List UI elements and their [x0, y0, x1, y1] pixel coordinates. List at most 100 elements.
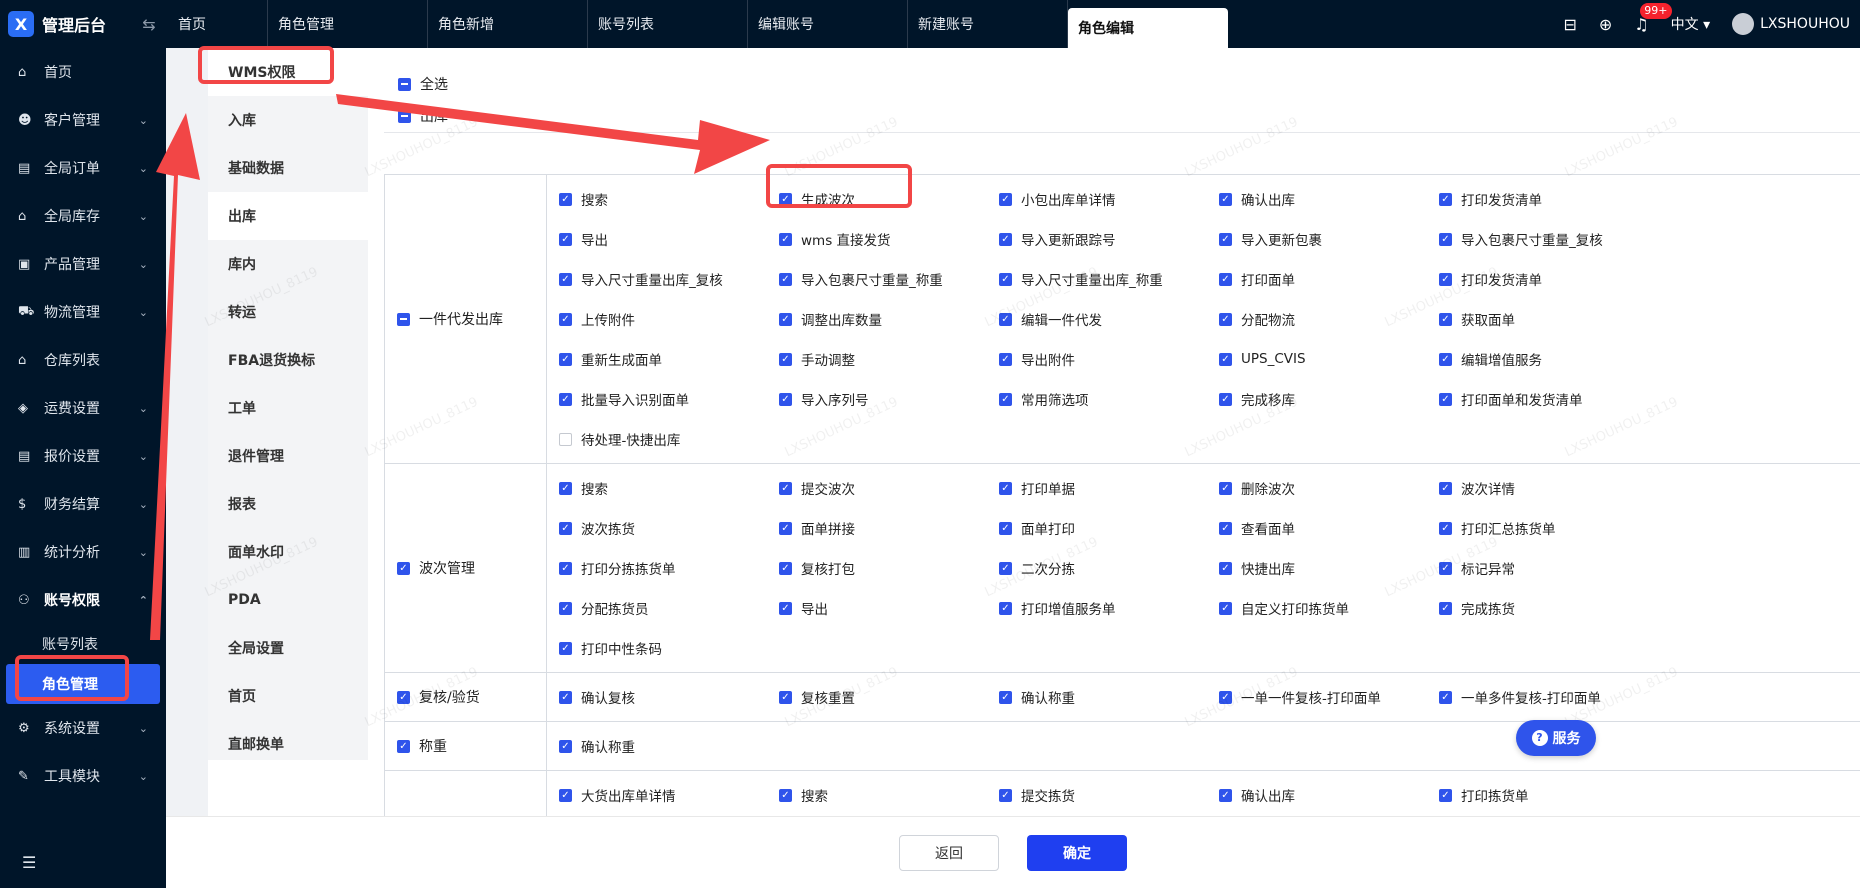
permission-checkbox[interactable]: ✓: [779, 521, 792, 535]
permission-checkbox[interactable]: ✓: [1439, 481, 1452, 495]
service-button[interactable]: ? 服务: [1516, 720, 1596, 756]
permission-item[interactable]: ✓ 编辑增值服务: [1439, 339, 1659, 379]
category-item-1[interactable]: 入库: [208, 96, 368, 144]
permission-item[interactable]: ✓ 打印发货清单: [1439, 179, 1659, 219]
permission-checkbox[interactable]: ✓: [999, 521, 1012, 535]
category-item-2[interactable]: 基础数据: [208, 144, 368, 192]
permission-item[interactable]: ✓ 手动调整: [779, 339, 999, 379]
permission-checkbox[interactable]: ✓: [779, 788, 792, 802]
permission-item[interactable]: ✓ 一单多件复核-打印面单: [1439, 677, 1659, 717]
permission-checkbox[interactable]: ✓: [559, 788, 572, 802]
category-item-3[interactable]: 出库: [208, 192, 368, 240]
permission-checkbox[interactable]: ✓: [1439, 788, 1452, 802]
sidebar-item-org[interactable]: ⚇ 账号权限 ⌃: [0, 576, 166, 624]
group-checkbox[interactable]: [397, 312, 410, 326]
permission-item[interactable]: ✓ 搜索: [779, 775, 999, 815]
permission-checkbox[interactable]: ✓: [1439, 601, 1452, 615]
permission-checkbox[interactable]: ✓: [559, 312, 572, 326]
tab-1[interactable]: 角色管理: [268, 0, 428, 48]
permission-item[interactable]: ✓ 确认称重: [559, 726, 779, 766]
permission-checkbox[interactable]: ✓: [1439, 272, 1452, 286]
permission-checkbox[interactable]: ✓: [999, 601, 1012, 615]
permission-item[interactable]: ✓ 二次分拣: [999, 548, 1219, 588]
category-item-12[interactable]: 全局设置: [208, 624, 368, 672]
permission-item[interactable]: ✓ 调整出库数量: [779, 299, 999, 339]
language-select[interactable]: 中文 ▾: [1671, 14, 1710, 34]
sidebar-item-wrench[interactable]: ✎ 工具模块 ⌄: [0, 752, 166, 800]
category-item-8[interactable]: 退件管理: [208, 432, 368, 480]
permission-checkbox[interactable]: ✓: [999, 352, 1012, 366]
permission-item[interactable]: ✓ 打印拣货单: [1439, 775, 1659, 815]
permission-checkbox[interactable]: ✓: [559, 601, 572, 615]
permission-item[interactable]: ✓ 导出附件: [999, 339, 1219, 379]
group-checkbox[interactable]: ✓: [397, 561, 410, 575]
permission-item[interactable]: ✓ 上传附件: [559, 299, 779, 339]
sidebar-item-chart[interactable]: ▥ 统计分析 ⌄: [0, 528, 166, 576]
permission-checkbox[interactable]: ✓: [779, 481, 792, 495]
permission-item[interactable]: ✓ 快捷出库: [1219, 548, 1439, 588]
select-all-row[interactable]: 全选: [384, 68, 448, 100]
permission-item[interactable]: ✓ 导入包裹尺寸重量_复核: [1439, 219, 1659, 259]
permission-item[interactable]: ✓ 导入更新跟踪号: [999, 219, 1219, 259]
permission-checkbox[interactable]: ✓: [1439, 690, 1452, 704]
permission-item[interactable]: ✓ 波次详情: [1439, 468, 1659, 508]
permission-item[interactable]: ✓ 分配物流: [1219, 299, 1439, 339]
permission-checkbox[interactable]: ✓: [1219, 481, 1232, 495]
permission-item[interactable]: ✓ 提交拣货: [999, 775, 1219, 815]
permission-checkbox[interactable]: ✓: [559, 272, 572, 286]
permission-item[interactable]: ✓ 面单打印: [999, 508, 1219, 548]
tab-2[interactable]: 角色新增: [428, 0, 588, 48]
permission-item[interactable]: ✓ 打印分拣拣货单: [559, 548, 779, 588]
sidebar-item-users[interactable]: ☻ 客户管理 ⌄: [0, 96, 166, 144]
sidebar-item-truck[interactable]: ⛟ 物流管理 ⌄: [0, 288, 166, 336]
category-item-7[interactable]: 工单: [208, 384, 368, 432]
permission-checkbox[interactable]: ✓: [559, 232, 572, 246]
permission-item[interactable]: ✓ 打印增值服务单: [999, 588, 1219, 628]
permission-item[interactable]: ✓ 删除波次: [1219, 468, 1439, 508]
permission-checkbox[interactable]: ✓: [559, 192, 572, 206]
confirm-button[interactable]: 确定: [1027, 834, 1127, 871]
permission-checkbox[interactable]: ✓: [779, 232, 792, 246]
permission-item[interactable]: ✓ 确认复核: [559, 677, 779, 717]
permission-checkbox[interactable]: ✓: [559, 739, 572, 753]
permission-checkbox[interactable]: ✓: [999, 561, 1012, 575]
permission-item[interactable]: ✓ 复核打包: [779, 548, 999, 588]
group-checkbox[interactable]: ✓: [397, 739, 410, 753]
permission-checkbox[interactable]: ✓: [559, 521, 572, 535]
permission-item[interactable]: ✓ 导出: [779, 588, 999, 628]
select-all-checkbox[interactable]: [398, 77, 411, 91]
permission-item[interactable]: ✓ 标记异常: [1439, 548, 1659, 588]
permission-checkbox[interactable]: ✓: [1219, 601, 1232, 615]
group-label[interactable]: 一件代发出库: [385, 175, 547, 463]
category-item-4[interactable]: 库内: [208, 240, 368, 288]
permission-item[interactable]: ✓ 导入包裹尺寸重量_称重: [779, 259, 999, 299]
back-button[interactable]: 返回: [899, 834, 999, 871]
inbox-icon[interactable]: ⊟: [1563, 15, 1576, 34]
sidebar-item-warehouse[interactable]: ⌂ 全局库存 ⌄: [0, 192, 166, 240]
permission-item[interactable]: ✓ 打印汇总拣货单: [1439, 508, 1659, 548]
permission-item[interactable]: ✓ 小包出库单详情: [999, 179, 1219, 219]
menu-fold-icon[interactable]: ☰: [22, 853, 36, 872]
permission-checkbox[interactable]: ✓: [1439, 392, 1452, 406]
permission-item[interactable]: ✓ 面单拼接: [779, 508, 999, 548]
permission-checkbox[interactable]: ✓: [779, 312, 792, 326]
sidebar-item-document[interactable]: ▤ 报价设置 ⌄: [0, 432, 166, 480]
permission-item[interactable]: 待处理-快捷出库: [559, 419, 779, 459]
permission-item[interactable]: ✓ 获取面单: [1439, 299, 1659, 339]
category-item-10[interactable]: 面单水印: [208, 528, 368, 576]
permission-checkbox[interactable]: ✓: [999, 788, 1012, 802]
category-item-11[interactable]: PDA: [208, 576, 368, 624]
permission-checkbox[interactable]: ✓: [1219, 788, 1232, 802]
permission-item[interactable]: ✓ 分配拣货员: [559, 588, 779, 628]
group-label[interactable]: ✓ 波次管理: [385, 464, 547, 672]
permission-item[interactable]: ✓ wms 直接发货: [779, 219, 999, 259]
user-menu[interactable]: LXSHOUHOU: [1732, 13, 1850, 35]
section-row[interactable]: 出库: [384, 100, 448, 132]
category-item-6[interactable]: FBA退货换标: [208, 336, 368, 384]
permission-item[interactable]: ✓ 一单一件复核-打印面单: [1219, 677, 1439, 717]
permission-checkbox[interactable]: ✓: [779, 392, 792, 406]
permission-item[interactable]: ✓ 打印面单和发货清单: [1439, 379, 1659, 419]
permission-checkbox[interactable]: ✓: [559, 352, 572, 366]
permission-checkbox[interactable]: ✓: [1219, 392, 1232, 406]
permission-checkbox[interactable]: ✓: [559, 392, 572, 406]
